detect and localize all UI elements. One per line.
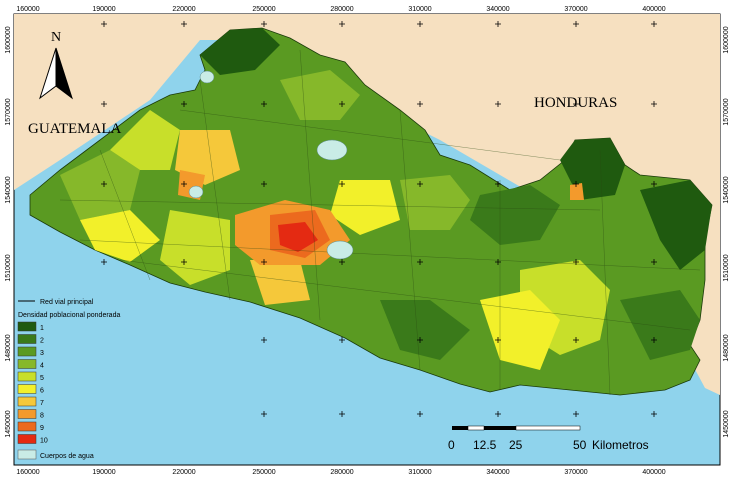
legend-swatch-class-3 (17, 346, 37, 357)
legend: Red vial principal Densidad poblacional … (15, 293, 181, 463)
legend-class-label: 2 (40, 338, 44, 345)
x-tick-label: 280000 (330, 469, 353, 476)
legend-swatch-class-4 (17, 359, 37, 369)
scale-tick-25: 25 (509, 438, 523, 452)
zone-class-8 (570, 183, 584, 200)
x-tick-label: 250000 (252, 469, 275, 476)
x-tick-label: 220000 (172, 6, 195, 13)
x-tick-label: 160000 (16, 469, 39, 476)
legend-swatch-class-2 (17, 334, 37, 344)
scale-tick-0: 0 (448, 438, 455, 452)
legend-swatch-water (17, 449, 37, 460)
legend-class-label: 1 (40, 325, 44, 332)
y-tick-label: 1570000 (5, 98, 12, 125)
legend-class-label: 10 (40, 438, 48, 445)
x-tick-labels-top: 160000 190000 220000 250000 280000 310000 3400… (16, 6, 665, 13)
legend-class-label: 3 (40, 350, 44, 357)
y-tick-label: 1510000 (5, 254, 12, 281)
legend-swatch-class-10 (17, 434, 37, 444)
y-tick-label: 1480000 (5, 334, 12, 361)
x-tick-labels-bottom: 160000 190000 220000 250000 280000 310000 3400… (16, 469, 665, 476)
legend-swatch-class-7 (17, 396, 37, 407)
lake (188, 185, 204, 199)
legend-road-label: Red vial principal (40, 299, 94, 306)
x-tick-label: 220000 (172, 469, 195, 476)
scale-tick-12-5: 12.5 (473, 438, 497, 452)
legend-swatch-class-1 (17, 321, 37, 332)
country-label-honduras: HONDURAS (534, 95, 617, 111)
x-tick-label: 400000 (642, 469, 665, 476)
legend-swatch-class-6 (17, 384, 37, 394)
legend-swatch-class-9 (17, 421, 37, 432)
y-tick-label: 1540000 (723, 176, 730, 203)
x-tick-label: 340000 (486, 469, 509, 476)
y-tick-label: 1510000 (723, 254, 730, 281)
x-tick-label: 400000 (642, 6, 665, 13)
legend-water-label: Cuerpos de agua (40, 453, 94, 460)
y-tick-label: 1480000 (723, 334, 730, 361)
legend-title: Densidad poblacional ponderada (18, 312, 120, 319)
y-tick-label: 1600000 (5, 26, 12, 53)
x-tick-label: 160000 (16, 6, 39, 13)
x-tick-label: 310000 (408, 469, 431, 476)
legend-class-label: 4 (40, 363, 44, 370)
scale-tick-50: 50 (573, 438, 587, 452)
el-salvador-population-density-map: 160000 190000 220000 250000 280000 310000 3400… (0, 0, 736, 479)
scale-unit: Kilometros (592, 438, 649, 452)
lake (316, 139, 348, 161)
x-tick-label: 190000 (92, 469, 115, 476)
lake (199, 70, 215, 84)
y-tick-label: 1450000 (5, 410, 12, 437)
x-tick-label: 370000 (564, 469, 587, 476)
country-label-guatemala: GUATEMALA (28, 121, 121, 137)
x-tick-label: 340000 (486, 6, 509, 13)
y-tick-label: 1450000 (723, 410, 730, 437)
legend-swatch-class-8 (17, 409, 37, 419)
x-tick-label: 190000 (92, 6, 115, 13)
legend-class-label: 9 (40, 425, 44, 432)
x-tick-label: 370000 (564, 6, 587, 13)
x-tick-label: 310000 (408, 6, 431, 13)
y-tick-label: 1600000 (723, 26, 730, 53)
legend-class-label: 6 (40, 388, 44, 395)
legend-class-label: 7 (40, 400, 44, 407)
north-label: N (51, 30, 61, 45)
x-tick-label: 250000 (252, 6, 275, 13)
legend-class-label: 5 (40, 375, 44, 382)
lake (326, 240, 354, 260)
legend-swatch-class-5 (17, 371, 37, 382)
y-tick-label: 1570000 (723, 98, 730, 125)
x-tick-label: 280000 (330, 6, 353, 13)
legend-class-label: 8 (40, 413, 44, 420)
y-tick-label: 1540000 (5, 176, 12, 203)
